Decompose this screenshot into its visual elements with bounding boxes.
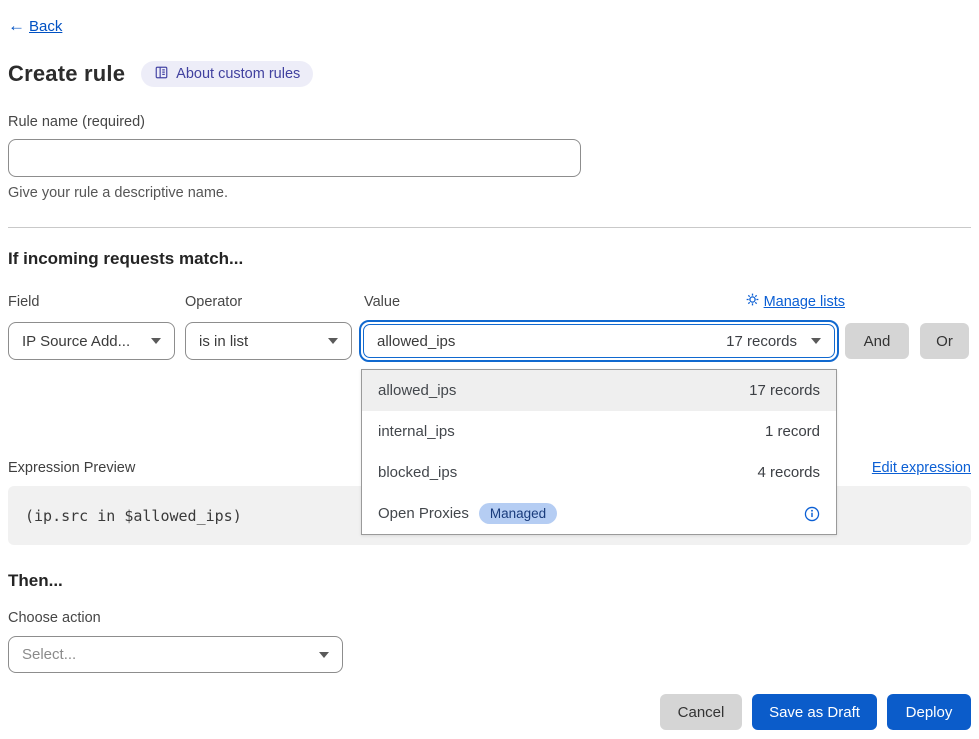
field-select[interactable]: IP Source Add... [8,322,175,360]
about-custom-rules-link[interactable]: About custom rules [141,61,313,87]
value-column: allowed_ips 17 records allowed_ips 17 re… [359,320,839,362]
list-option-name: blocked_ips [378,464,457,481]
chevron-down-icon [319,652,329,658]
expression-preview-label: Expression Preview [8,460,135,476]
list-option-name: Open Proxies [378,505,469,522]
managed-badge: Managed [479,503,557,524]
chevron-down-icon [811,338,821,344]
condition-row: IP Source Add... is in list allowed_ips … [8,320,971,362]
footer-actions: Cancel Save as Draft Deploy [8,694,971,730]
deploy-button[interactable]: Deploy [887,694,971,730]
rule-name-helper-text: Give your rule a descriptive name. [8,185,971,201]
title-row: Create rule About custom rules [8,61,971,87]
match-section-heading: If incoming requests match... [8,249,971,269]
field-select-value: IP Source Add... [22,333,130,350]
gear-icon [746,293,759,310]
edit-expression-link[interactable]: Edit expression [872,460,971,476]
list-option-records: 4 records [757,464,820,481]
action-select[interactable]: Select... [8,636,343,673]
value-label: Value [364,294,400,310]
and-button[interactable]: And [845,323,909,359]
save-as-draft-button[interactable]: Save as Draft [752,694,877,730]
action-select-placeholder: Select... [22,646,76,663]
page-title: Create rule [8,61,125,87]
condition-labels-row: Field Operator Value Manage lists [8,293,971,310]
info-icon[interactable] [804,506,820,522]
value-select[interactable]: allowed_ips 17 records [359,320,839,362]
value-select-records: 17 records [726,333,797,350]
expression-code: (ip.src in $allowed_ips) [25,507,242,525]
list-option-internal-ips[interactable]: internal_ips 1 record [362,411,836,452]
manage-lists-link[interactable]: Manage lists [746,293,845,310]
create-rule-page: ← Back Create rule About custom rules Ru… [0,0,979,730]
cancel-button[interactable]: Cancel [660,694,742,730]
value-select-name: allowed_ips [377,333,455,350]
rule-name-label: Rule name (required) [8,114,971,130]
list-option-allowed-ips[interactable]: allowed_ips 17 records [362,370,836,411]
back-arrow-icon: ← [8,16,25,36]
chevron-down-icon [151,338,161,344]
list-option-blocked-ips[interactable]: blocked_ips 4 records [362,452,836,493]
list-option-open-proxies[interactable]: Open Proxies Managed [362,493,836,534]
then-section-heading: Then... [8,571,971,591]
operator-select-value: is in list [199,333,248,350]
list-option-name: allowed_ips [378,382,456,399]
list-option-records: 1 record [765,423,820,440]
list-dropdown-panel: allowed_ips 17 records internal_ips 1 re… [361,369,837,535]
list-option-name: internal_ips [378,423,455,440]
choose-action-label: Choose action [8,610,971,626]
or-button[interactable]: Or [920,323,969,359]
chevron-down-icon [328,338,338,344]
back-link-label: Back [29,18,62,35]
back-link[interactable]: ← Back [8,16,62,36]
operator-select[interactable]: is in list [185,322,352,360]
manage-lists-label: Manage lists [764,294,845,310]
list-option-records: 17 records [749,382,820,399]
operator-label: Operator [185,294,359,310]
book-icon [154,65,169,84]
field-label: Field [8,294,185,310]
section-divider [8,227,971,228]
rule-name-input[interactable] [8,139,581,177]
about-custom-rules-label: About custom rules [176,66,300,82]
